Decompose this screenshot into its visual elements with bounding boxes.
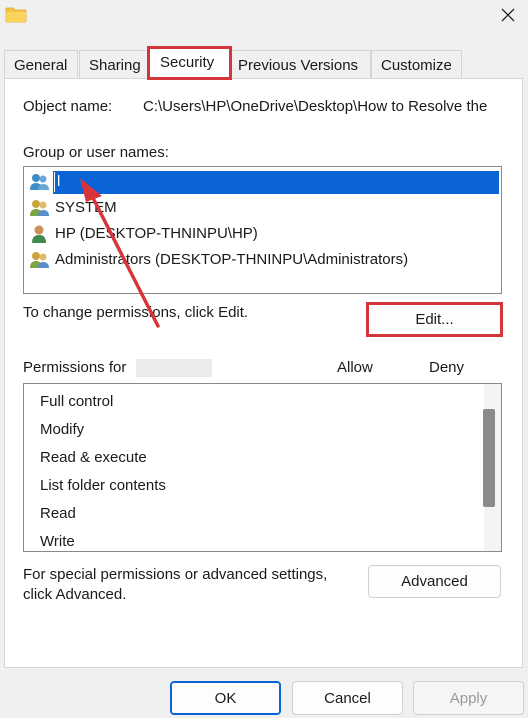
apply-button[interactable]: Apply: [413, 681, 524, 715]
user-item-name: SYSTEM: [55, 199, 117, 216]
close-icon: [501, 8, 515, 22]
user-item-name: HP (DESKTOP-THNINPU\HP): [55, 225, 258, 242]
tab-previous-versions[interactable]: Previous Versions: [228, 50, 371, 79]
tab-security[interactable]: Security: [147, 46, 232, 80]
change-permissions-text: To change permissions, click Edit.: [23, 304, 249, 321]
user-item-system[interactable]: SYSTEM: [29, 196, 499, 220]
permission-item: Read & execute: [40, 449, 147, 466]
permissions-scroll-thumb[interactable]: [483, 409, 495, 507]
user-group-icon: [30, 174, 49, 190]
tab-customize[interactable]: Customize: [371, 50, 462, 79]
permissions-for-label: Permissions for: [23, 359, 127, 376]
group-users-label: Group or user names:: [23, 144, 169, 161]
title-bar: [0, 0, 528, 32]
tab-sharing[interactable]: Sharing: [79, 50, 149, 79]
special-permissions-text-line2: click Advanced.: [23, 586, 127, 603]
edit-button[interactable]: Edit...: [366, 302, 503, 337]
allow-column-header: Allow: [337, 359, 373, 376]
permissions-list[interactable]: Full control Modify Read & execute List …: [23, 383, 502, 552]
cancel-button[interactable]: Cancel: [292, 681, 403, 715]
user-item-hp[interactable]: HP (DESKTOP-THNINPU\HP): [29, 222, 499, 246]
object-name-label: Object name:: [23, 98, 113, 115]
ok-button[interactable]: OK: [170, 681, 281, 715]
group-users-list[interactable]: l SYSTEM HP (DESKTOP-THNINPU\HP) Adminis…: [23, 166, 502, 294]
folder-icon: [5, 7, 27, 23]
close-button[interactable]: [488, 0, 528, 30]
permission-item: Full control: [40, 393, 114, 410]
selection-highlight: [53, 171, 499, 194]
user-item-name: Administrators (DESKTOP-THNINPU\Administ…: [55, 251, 409, 268]
permission-item: Write: [40, 533, 75, 550]
user-item-selected[interactable]: l: [29, 170, 499, 194]
tab-general[interactable]: General: [4, 50, 78, 79]
object-name-value: C:\Users\HP\OneDrive\Desktop\How to Reso…: [143, 98, 488, 115]
advanced-button[interactable]: Advanced: [368, 565, 501, 598]
deny-column-header: Deny: [429, 359, 465, 376]
permission-item: Modify: [40, 421, 85, 438]
special-permissions-text: For special permissions or advanced sett…: [23, 566, 328, 583]
user-group-icon: [30, 252, 49, 268]
permission-item: Read: [40, 505, 76, 522]
user-icon: [32, 225, 46, 243]
redacted-username: [136, 359, 212, 377]
permission-item: List folder contents: [40, 477, 166, 494]
user-item-administrators[interactable]: Administrators (DESKTOP-THNINPU\Administ…: [29, 248, 499, 272]
user-group-icon: [30, 200, 49, 216]
user-item-name: l: [54, 172, 60, 192]
